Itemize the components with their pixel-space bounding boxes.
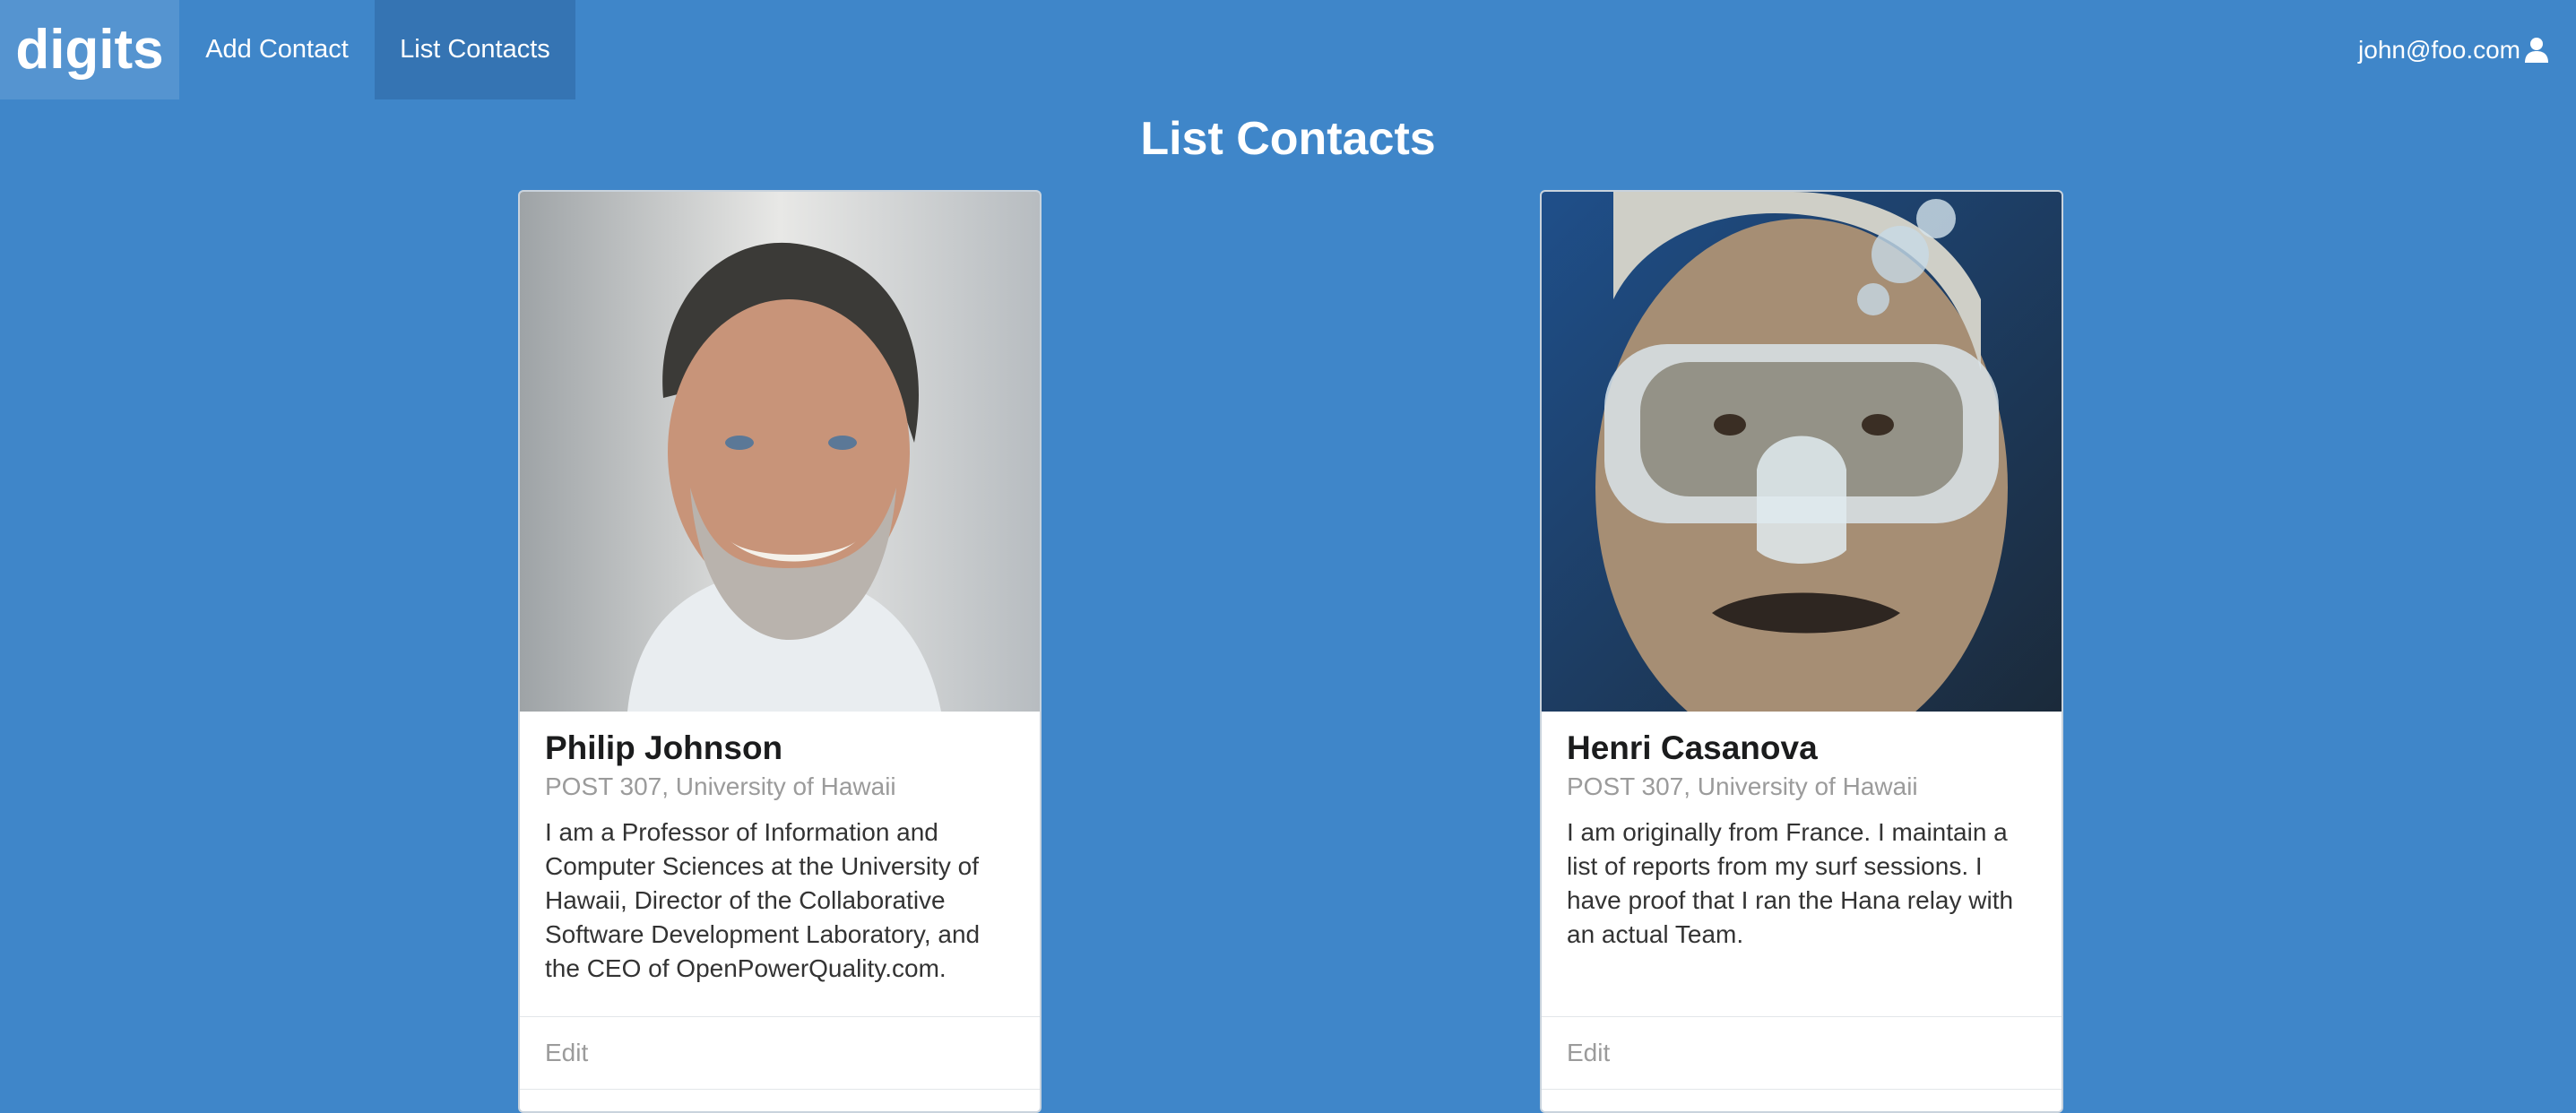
card-footer: Edit bbox=[1542, 1016, 2062, 1090]
contact-photo bbox=[520, 192, 1040, 712]
nav-add-contact[interactable]: Add Contact bbox=[179, 0, 375, 99]
user-email: john@foo.com bbox=[2358, 35, 2520, 64]
page-title: List Contacts bbox=[1140, 113, 1436, 165]
contact-description: I am a Professor of Information and Comp… bbox=[545, 818, 981, 982]
card-footer: Edit bbox=[520, 1016, 1040, 1090]
brand-logo[interactable]: digits bbox=[0, 0, 179, 99]
contact-address: POST 307, University of Hawaii bbox=[1567, 772, 1918, 800]
user-icon bbox=[2525, 37, 2548, 63]
contact-photo bbox=[1542, 192, 2062, 712]
contact-name: Henri Casanova bbox=[1567, 729, 1818, 766]
contact-description: I am originally from France. I maintain … bbox=[1567, 818, 2014, 948]
user-menu[interactable]: john@foo.com bbox=[2358, 0, 2549, 99]
edit-link[interactable]: Edit bbox=[545, 1039, 588, 1067]
top-navbar: digits Add Contact List Contacts john@fo… bbox=[0, 0, 2576, 99]
contact-name: Philip Johnson bbox=[545, 729, 783, 766]
contact-address: POST 307, University of Hawaii bbox=[545, 772, 896, 800]
contact-card: Philip Johnson POST 307, University of H… bbox=[518, 190, 1042, 1113]
edit-link[interactable]: Edit bbox=[1567, 1039, 1610, 1067]
contact-card: Henri Casanova POST 307, University of H… bbox=[1540, 190, 2063, 1113]
nav-list-contacts[interactable]: List Contacts bbox=[375, 0, 575, 99]
